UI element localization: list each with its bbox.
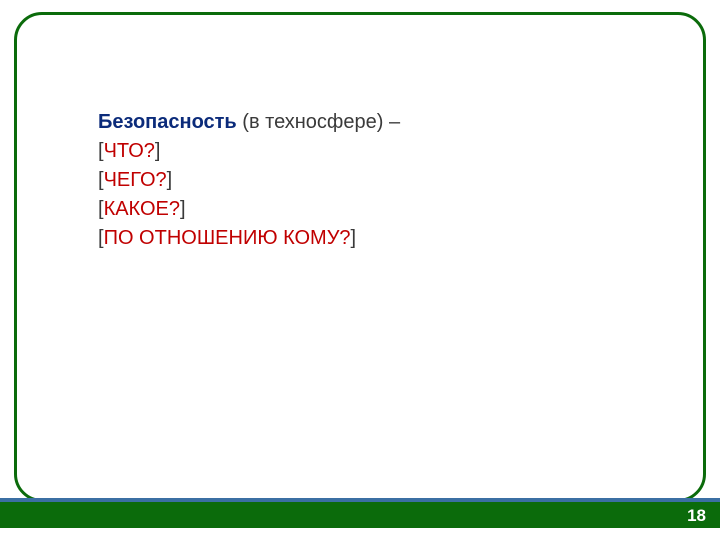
question-word: ЧТО? — [104, 140, 155, 162]
question-word: ЧЕГО? — [104, 169, 167, 191]
question-word: ПО ОТНОШЕНИЮ КОМУ? — [104, 227, 351, 249]
title-rest: (в техносфере) – — [237, 111, 400, 133]
close-bracket: ] — [155, 140, 161, 162]
close-bracket: ] — [351, 227, 357, 249]
title-keyword: Безопасность — [98, 111, 237, 133]
title-line: Безопасность (в техносфере) – — [98, 108, 638, 137]
slide-frame — [14, 12, 706, 502]
question-line-1: [ЧТО?] — [98, 137, 638, 166]
page-number: 18 — [687, 506, 706, 526]
close-bracket: ] — [167, 169, 173, 191]
question-word: КАКОЕ? — [104, 198, 180, 220]
slide-content: Безопасность (в техносфере) – [ЧТО?] [ЧЕ… — [98, 108, 638, 253]
slide: Безопасность (в техносфере) – [ЧТО?] [ЧЕ… — [0, 0, 720, 540]
close-bracket: ] — [180, 198, 186, 220]
question-line-4: [ПО ОТНОШЕНИЮ КОМУ?] — [98, 224, 638, 253]
footer-band — [0, 502, 720, 528]
question-line-3: [КАКОЕ?] — [98, 195, 638, 224]
question-line-2: [ЧЕГО?] — [98, 166, 638, 195]
